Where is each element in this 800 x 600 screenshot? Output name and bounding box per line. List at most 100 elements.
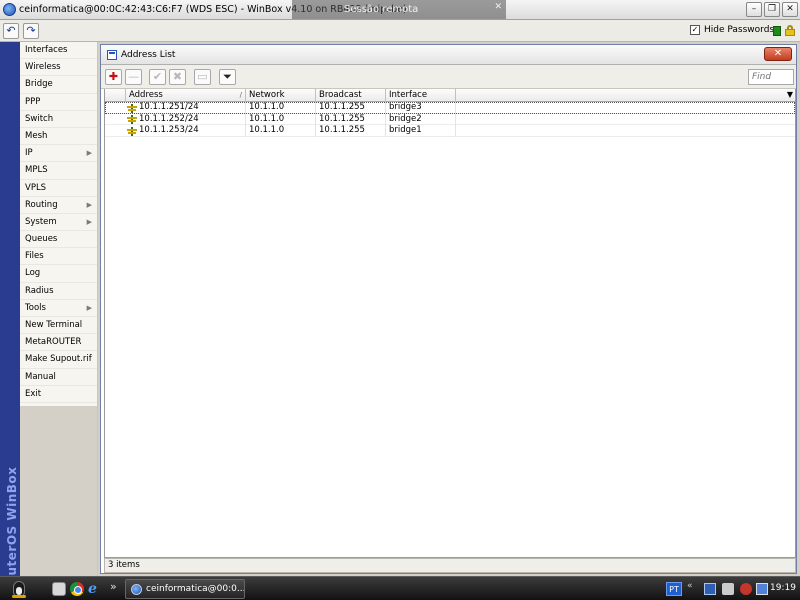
- sidebar-item-system[interactable]: System ▶: [20, 214, 97, 232]
- column-header-address[interactable]: Address /: [126, 89, 246, 102]
- sidebar-item-interfaces[interactable]: Interfaces: [20, 42, 97, 60]
- submenu-arrow-icon: ▶: [86, 149, 92, 158]
- ip-address-icon: [127, 114, 137, 125]
- disable-button[interactable]: ✖: [169, 69, 186, 85]
- sidebar-item-vpls[interactable]: VPLS: [20, 180, 97, 197]
- table-row[interactable]: 10.1.1.252/24 10.1.1.0 10.1.1.255 bridge2: [105, 113, 795, 125]
- network-tray-icon[interactable]: [704, 583, 716, 595]
- taskbar-clock[interactable]: 19:19: [770, 583, 796, 593]
- enable-button[interactable]: ✔: [149, 69, 166, 85]
- sidebar-item-label: Switch: [25, 113, 54, 124]
- sidebar-item-files[interactable]: Files: [20, 248, 97, 266]
- sidebar-item-label: Radius: [25, 285, 54, 296]
- comment-button[interactable]: ▭: [194, 69, 211, 85]
- language-indicator[interactable]: PT: [666, 582, 682, 596]
- routeros-winbox-logo-text: RouterOS WinBox: [5, 466, 19, 576]
- cell-network-text: 10.1.1.0: [249, 125, 285, 135]
- sidebar-menu: Interfaces Wireless Bridge PPP Switch Mesh IP ▶…: [20, 42, 98, 406]
- sidebar-item-label: Wireless: [25, 62, 61, 73]
- column-header-network[interactable]: Network: [246, 89, 316, 102]
- ip-address-icon-part: [128, 108, 136, 111]
- sidebar-item-mpls[interactable]: MPLS: [20, 162, 97, 180]
- filter-button[interactable]: ⏷: [219, 69, 236, 85]
- cell-address-text: 10.1.1.251/24: [139, 102, 199, 113]
- sidebar-item-wireless[interactable]: Wireless: [20, 59, 97, 77]
- column-header-interface[interactable]: Interface: [386, 89, 456, 102]
- table-body: 10.1.1.251/24 10.1.1.0 10.1.1.255 bridge3 10…: [105, 102, 795, 137]
- start-menu-tux-icon[interactable]: [10, 579, 28, 599]
- cell-network: 10.1.1.0: [246, 102, 316, 114]
- address-list-close-button[interactable]: ✕: [764, 47, 792, 61]
- remove-button[interactable]: —: [125, 69, 142, 85]
- sidebar-item-label: Bridge: [25, 79, 53, 90]
- cell-interface-text: bridge3: [389, 102, 422, 112]
- minimize-button[interactable]: –: [746, 2, 762, 17]
- sidebar-item-manual[interactable]: Manual: [20, 369, 97, 386]
- ip-address-icon: [127, 103, 137, 113]
- find-input[interactable]: [748, 69, 794, 85]
- security-shield-tray-icon[interactable]: [740, 583, 752, 595]
- sidebar-item-log[interactable]: Log: [20, 265, 97, 283]
- sidebar-item-ppp[interactable]: PPP: [20, 94, 97, 111]
- cell-broadcast-text: 10.1.1.255: [319, 125, 365, 135]
- sidebar-item-switch[interactable]: Switch: [20, 111, 97, 128]
- column-header-address-label: Address: [129, 90, 163, 100]
- sidebar-item-label: MetaROUTER: [25, 337, 82, 348]
- quick-launch-more-icon[interactable]: »: [110, 580, 117, 593]
- cell-interface-text: bridge1: [389, 125, 422, 135]
- chrome-icon[interactable]: [70, 582, 84, 596]
- undo-button[interactable]: ↶: [3, 23, 19, 39]
- submenu-arrow-icon: ▶: [86, 217, 92, 226]
- cell-broadcast-text: 10.1.1.255: [319, 113, 365, 124]
- sidebar-item-queues[interactable]: Queues: [20, 231, 97, 249]
- winbox-app-icon: [3, 3, 16, 16]
- sidebar-item-bridge[interactable]: Bridge: [20, 76, 97, 94]
- volume-tray-icon[interactable]: [722, 583, 734, 595]
- sidebar-item-routing[interactable]: Routing ▶: [20, 197, 97, 214]
- address-list-title: Address List: [121, 50, 176, 60]
- remote-session-close-icon[interactable]: ✕: [494, 2, 502, 12]
- redo-button[interactable]: ↷: [23, 23, 39, 39]
- connection-status-indicator: [773, 26, 781, 36]
- address-list-titlebar[interactable]: Address List ✕: [101, 45, 796, 65]
- taskbar-winbox-button[interactable]: ceinformatica@00:0...: [125, 579, 245, 599]
- sidebar-empty-area: [20, 406, 98, 576]
- table-row[interactable]: 10.1.1.251/24 10.1.1.0 10.1.1.255 bridge3: [105, 102, 795, 114]
- sidebar-item-new-terminal[interactable]: New Terminal: [20, 317, 97, 335]
- sidebar-item-ip[interactable]: IP ▶: [20, 145, 97, 163]
- sidebar-item-exit[interactable]: Exit: [20, 386, 97, 403]
- cell-interface: bridge1: [386, 125, 456, 137]
- taskbar: e » ceinformatica@00:0... PT « 19:19: [0, 576, 800, 600]
- restore-button[interactable]: ❐: [764, 2, 780, 17]
- show-desktop-icon[interactable]: [52, 582, 66, 596]
- display-tray-icon[interactable]: [756, 583, 768, 595]
- cell-address-text: 10.1.1.253/24: [139, 125, 199, 136]
- remote-session-banner: Sessão remota ✕: [292, 0, 506, 19]
- hide-passwords-checkbox[interactable]: ✓: [690, 25, 700, 35]
- add-button[interactable]: ✚: [105, 69, 122, 85]
- sidebar-item-radius[interactable]: Radius: [20, 283, 97, 300]
- sidebar-item-tools[interactable]: Tools ▶: [20, 300, 97, 317]
- sidebar-item-label: IP: [25, 148, 33, 159]
- sidebar-item-label: Interfaces: [25, 45, 68, 55]
- table-row[interactable]: 10.1.1.253/24 10.1.1.0 10.1.1.255 bridge1: [105, 125, 795, 137]
- sidebar-item-metarouter[interactable]: MetaROUTER: [20, 334, 97, 352]
- winbox-task-icon: [131, 584, 142, 595]
- hide-passwords-toggle[interactable]: ✓ Hide Passwords: [690, 25, 774, 35]
- internet-explorer-icon[interactable]: e: [88, 582, 102, 596]
- remote-session-label: Sessão remota: [344, 4, 419, 15]
- sidebar-item-make-supout-rif[interactable]: Make Supout.rif: [20, 351, 97, 369]
- column-menu-chevron-down-icon[interactable]: ▼: [787, 89, 793, 101]
- sidebar-item-label: Manual: [25, 371, 56, 382]
- cell-network-text: 10.1.1.0: [249, 113, 285, 124]
- address-list-window: Address List ✕ ✚ — ✔ ✖ ▭ ⏷ Address / Net…: [100, 44, 797, 574]
- sidebar-item-label: New Terminal: [25, 320, 83, 330]
- tray-expand-icon[interactable]: «: [687, 581, 693, 591]
- sidebar-item-mesh[interactable]: Mesh: [20, 128, 97, 146]
- close-button[interactable]: ✕: [782, 2, 798, 17]
- column-header-broadcast[interactable]: Broadcast: [316, 89, 386, 102]
- cell-interface-text: bridge2: [389, 113, 422, 124]
- hide-passwords-label: Hide Passwords: [704, 25, 775, 35]
- window-document-icon: [107, 50, 117, 60]
- sidebar-item-label: Queues: [25, 234, 58, 245]
